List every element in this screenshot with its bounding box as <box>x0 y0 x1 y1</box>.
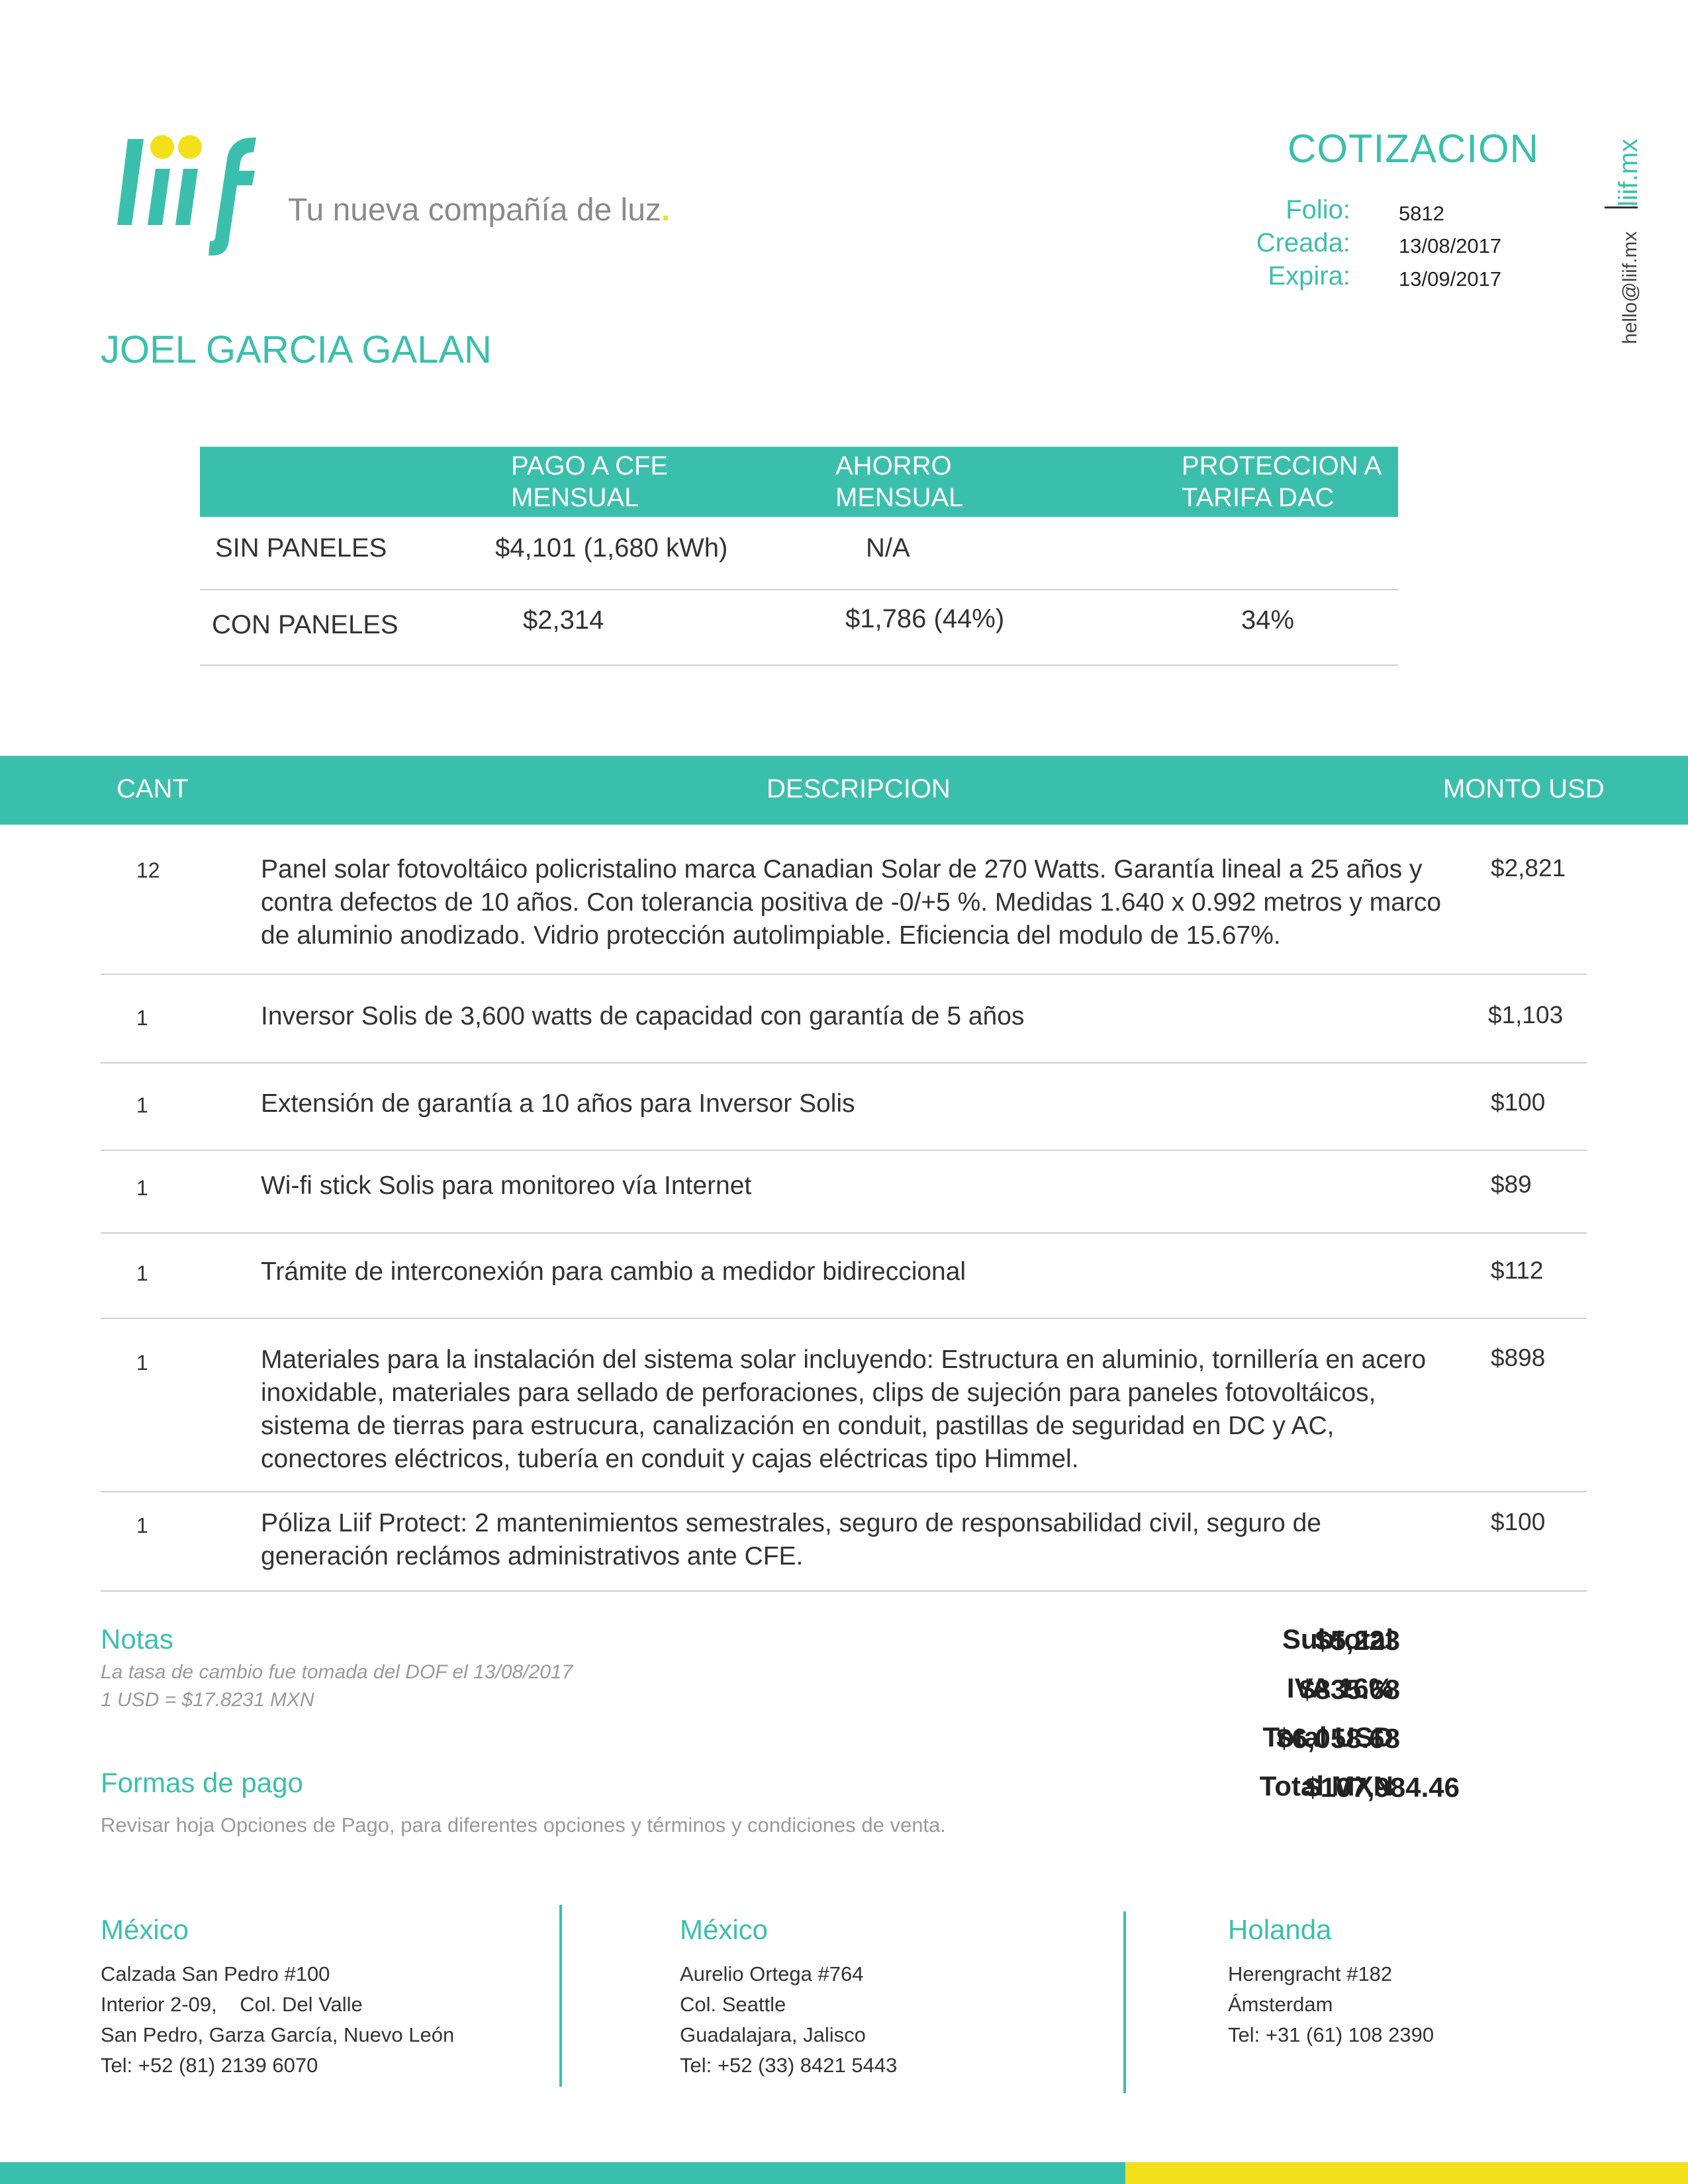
item-amount: $100 <box>1491 1508 1546 1535</box>
header-descripcion: DESCRIPCION <box>767 774 951 803</box>
subtotal-value: $5,223 <box>1315 1625 1400 1656</box>
item-amount: $898 <box>1491 1344 1546 1371</box>
notes-title: Notas <box>101 1623 173 1655</box>
side-url[interactable]: liif.mx <box>1614 139 1644 206</box>
office-address-line: Calzada San Pedro #100 <box>101 1962 330 1985</box>
office-country: Holanda <box>1228 1914 1332 1945</box>
item-amount: $2,821 <box>1491 854 1566 882</box>
office-phone: Tel: +52 (81) 2139 6070 <box>101 2054 318 2077</box>
cell-ahorro-con: $1,786 (44%) <box>845 604 1005 633</box>
tagline-text: Tu nueva compañía de luz <box>288 193 661 228</box>
row-label-con-paneles: CON PANELES <box>212 610 399 639</box>
office-phone: Tel: +52 (33) 8421 5443 <box>680 2054 898 2077</box>
item-qty: 1 <box>136 1261 148 1285</box>
side-email[interactable]: hello@liif.mx <box>1619 232 1642 345</box>
item-description: Materiales para la instalación del siste… <box>261 1345 1427 1473</box>
office-address-line: Guadalajara, Jalisco <box>680 2023 866 2046</box>
notes-line-2: 1 USD = $17.8231 MXN <box>101 1689 314 1711</box>
footer-divider <box>559 1905 562 2087</box>
header-pago-cfe: PAGO A CFE MENSUAL <box>511 451 669 512</box>
item-amount: $1,103 <box>1488 1001 1564 1028</box>
row-label-sin-paneles: SIN PANELES <box>215 533 387 563</box>
footer-bar-teal <box>0 2162 1125 2184</box>
item-amount: $112 <box>1491 1257 1544 1284</box>
payment-title: Formas de pago <box>101 1767 303 1798</box>
row-divider <box>101 1318 1587 1319</box>
row-divider <box>101 1590 1587 1592</box>
item-qty: 1 <box>136 1006 148 1030</box>
item-qty: 1 <box>136 1351 148 1375</box>
office-address-line: Interior 2-09, Col. Del Valle <box>101 1993 363 2016</box>
office-country: México <box>101 1914 189 1945</box>
payment-text: Revisar hoja Opciones de Pago, para dife… <box>101 1813 946 1837</box>
tagline-dot: . <box>661 193 671 228</box>
item-qty: 12 <box>136 858 160 882</box>
row-divider <box>101 974 1587 975</box>
total-mxn-value: $107,984.46 <box>1305 1772 1460 1803</box>
total-usd-value: $6,058.68 <box>1276 1723 1400 1754</box>
tagline: Tu nueva compañía de luz. <box>288 192 670 228</box>
item-description: Panel solar fotovoltáico policristalino … <box>261 855 1442 950</box>
item-description: Inversor Solis de 3,600 watts de capacid… <box>261 1002 1025 1030</box>
notes-line-1: La tasa de cambio fue tomada del DOF el … <box>101 1661 573 1683</box>
office-address-line: Ámsterdam <box>1228 1993 1333 2016</box>
comparison-header: PAGO A CFE MENSUAL AHORRO MENSUAL PROTEC… <box>200 447 1398 517</box>
item-description: Extensión de garantía a 10 años para Inv… <box>261 1089 855 1118</box>
item-qty: 1 <box>136 1176 148 1200</box>
items-header: CANT DESCRIPCION MONTO USD <box>0 756 1688 825</box>
item-description: Wi-fi stick Solis para monitoreo vía Int… <box>261 1171 752 1200</box>
client-name: JOEL GARCIA GALAN <box>101 328 492 371</box>
cell-pago-sin: $4,101 (1,680 kWh) <box>495 533 728 563</box>
row-divider <box>101 1150 1587 1151</box>
item-amount: $89 <box>1491 1171 1532 1198</box>
item-description: Trámite de interconexión para cambio a m… <box>261 1257 966 1286</box>
folio-label: Folio: <box>1286 195 1350 224</box>
created-label: Creada: <box>1256 228 1350 257</box>
expires-value: 13/09/2017 <box>1399 267 1502 291</box>
comparison-divider <box>200 664 1398 666</box>
office-country: México <box>680 1914 769 1945</box>
liif-logo-mark <box>117 135 256 256</box>
comparison-divider <box>200 589 1398 590</box>
row-divider <box>101 1491 1587 1492</box>
header-cant: CANT <box>117 774 189 803</box>
header-monto: MONTO USD <box>1443 774 1605 803</box>
document-title: COTIZACION <box>1288 126 1539 171</box>
office-address-line: Herengracht #182 <box>1228 1962 1393 1985</box>
cell-ahorro-sin: N/A <box>866 533 910 563</box>
row-divider <box>101 1062 1587 1064</box>
office-phone: Tel: +31 (61) 108 2390 <box>1228 2023 1434 2046</box>
liif-logo <box>109 132 268 258</box>
office-address-line: San Pedro, Garza García, Nuevo León <box>101 2023 455 2046</box>
item-qty: 1 <box>136 1093 148 1117</box>
footer-divider <box>1123 1911 1126 2093</box>
expires-label: Expira: <box>1268 261 1351 291</box>
side-divider <box>1605 206 1638 208</box>
item-amount: $100 <box>1491 1089 1546 1116</box>
cell-pago-con: $2,314 <box>523 606 604 635</box>
folio-value: 5812 <box>1399 202 1444 225</box>
row-divider <box>101 1232 1587 1234</box>
cell-proteccion-con: 34% <box>1241 606 1295 635</box>
item-qty: 1 <box>136 1514 148 1537</box>
item-description: Póliza Liif Protect: 2 mantenimientos se… <box>261 1509 1321 1570</box>
header-ahorro: AHORRO MENSUAL <box>835 451 964 512</box>
footer-bar-yellow <box>1125 2162 1688 2184</box>
office-address-line: Col. Seattle <box>680 1993 786 2016</box>
header-proteccion: PROTECCION A TARIFA DAC <box>1182 451 1382 512</box>
iva-value: $835.68 <box>1299 1674 1400 1705</box>
created-value: 13/08/2017 <box>1399 234 1502 257</box>
office-address-line: Aurelio Ortega #764 <box>680 1962 864 1985</box>
